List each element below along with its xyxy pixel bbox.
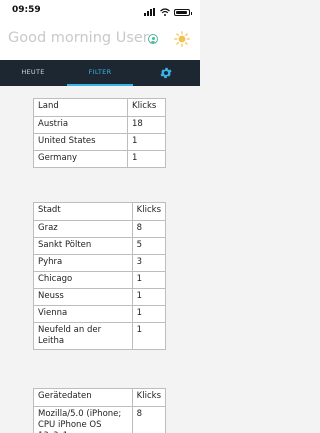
- column-header-geraetedaten: Gerätedaten: [33, 388, 133, 407]
- cell-klicks: 1: [127, 150, 166, 168]
- cell-stadt: Pyhra: [33, 254, 133, 272]
- cell-klicks: 1: [131, 288, 167, 306]
- geraet-table: Gerätedaten Klicks Mozilla/5.0 (iPhone; …: [33, 388, 166, 433]
- stadt-table-card: Stadt Klicks Graz 8 Sankt Pölten 5 Pyhra…: [33, 202, 167, 350]
- battery-icon: [174, 9, 192, 16]
- cell-klicks: 5: [131, 237, 167, 255]
- table-row: United States 1: [33, 133, 166, 151]
- column-header-klicks: Klicks: [131, 202, 167, 221]
- cell-stadt: Chicago: [33, 271, 133, 289]
- table-row: Neufeld an der Leitha 1: [33, 322, 167, 350]
- greeting-title: Good morning User: [8, 30, 149, 46]
- table-header-row: Land Klicks: [33, 98, 166, 117]
- column-header-land: Land: [33, 98, 128, 117]
- table-row: Mozilla/5.0 (iPhone; CPU iPhone OS 13_3_…: [33, 406, 166, 433]
- table-row: Germany 1: [33, 150, 166, 168]
- cell-land: Germany: [33, 150, 128, 168]
- table-row: Pyhra 3: [33, 254, 167, 272]
- column-header-klicks: Klicks: [127, 98, 166, 117]
- cell-land: United States: [33, 133, 128, 151]
- table-header-row: Gerätedaten Klicks: [33, 388, 166, 407]
- table-row: Chicago 1: [33, 271, 167, 289]
- table-row: Austria 18: [33, 116, 166, 134]
- tab-filter[interactable]: FILTER: [67, 60, 133, 86]
- table-row: Sankt Pölten 5: [33, 237, 167, 255]
- cell-klicks: 8: [131, 220, 167, 238]
- cell-stadt: Graz: [33, 220, 133, 238]
- cell-stadt: Neufeld an der Leitha: [33, 322, 133, 350]
- cell-geraetedaten: Mozilla/5.0 (iPhone; CPU iPhone OS 13_3_…: [33, 406, 133, 433]
- cell-klicks: 8: [131, 406, 166, 433]
- cell-klicks: 1: [131, 322, 167, 350]
- cell-klicks: 1: [131, 305, 167, 323]
- cell-stadt: Sankt Pölten: [33, 237, 133, 255]
- table-header-row: Stadt Klicks: [33, 202, 167, 221]
- stadt-table: Stadt Klicks Graz 8 Sankt Pölten 5 Pyhra…: [33, 202, 167, 350]
- column-header-klicks: Klicks: [131, 388, 166, 407]
- geraet-table-card: Gerätedaten Klicks Mozilla/5.0 (iPhone; …: [33, 388, 166, 433]
- status-time: 09:59: [12, 5, 41, 15]
- table-row: Vienna 1: [33, 305, 167, 323]
- cell-klicks: 18: [127, 116, 166, 134]
- column-header-stadt: Stadt: [33, 202, 133, 221]
- land-table: Land Klicks Austria 18 United States 1 G…: [33, 98, 166, 168]
- tab-heute[interactable]: HEUTE: [0, 60, 66, 86]
- land-table-card: Land Klicks Austria 18 United States 1 G…: [33, 98, 166, 168]
- cell-land: Austria: [33, 116, 128, 134]
- table-row: Graz 8: [33, 220, 167, 238]
- table-row: Neuss 1: [33, 288, 167, 306]
- cell-klicks: 1: [127, 133, 166, 151]
- gear-icon[interactable]: [159, 66, 173, 80]
- cell-stadt: Vienna: [33, 305, 133, 323]
- status-bar: 09:59: [0, 0, 200, 22]
- sun-icon[interactable]: [174, 31, 190, 47]
- tab-bar: HEUTE FILTER: [0, 60, 200, 86]
- app-header: Good morning User: [0, 22, 200, 60]
- signal-icon: [144, 8, 156, 16]
- cell-klicks: 3: [131, 254, 167, 272]
- cell-klicks: 1: [131, 271, 167, 289]
- wifi-icon: [160, 8, 170, 16]
- cell-stadt: Neuss: [33, 288, 133, 306]
- user-circle-icon[interactable]: [148, 34, 158, 44]
